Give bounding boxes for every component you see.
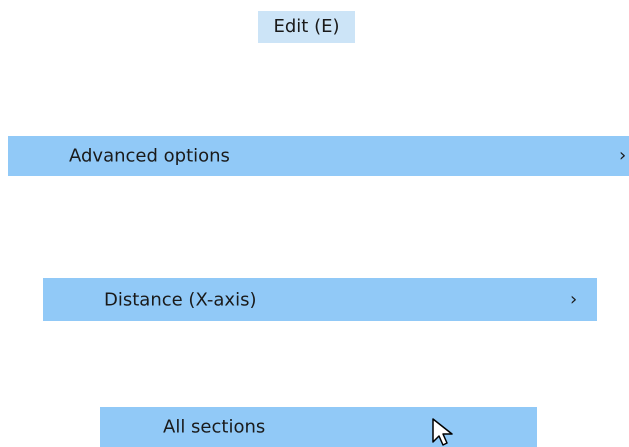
menu-item-advanced-options[interactable]: Advanced options › (8, 136, 629, 176)
menu-item-distance-x-axis[interactable]: Distance (X-axis) › (43, 278, 597, 321)
menu-item-label: Distance (X-axis) (104, 289, 257, 310)
menu-item-label: All sections (163, 416, 266, 438)
chevron-right-icon: › (570, 288, 578, 310)
menu-item-label: Advanced options (69, 145, 230, 167)
menu-item-all-sections[interactable]: All sections (100, 407, 537, 447)
chevron-right-icon: › (619, 145, 627, 166)
edit-menu-button[interactable]: Edit (E) (258, 11, 355, 43)
